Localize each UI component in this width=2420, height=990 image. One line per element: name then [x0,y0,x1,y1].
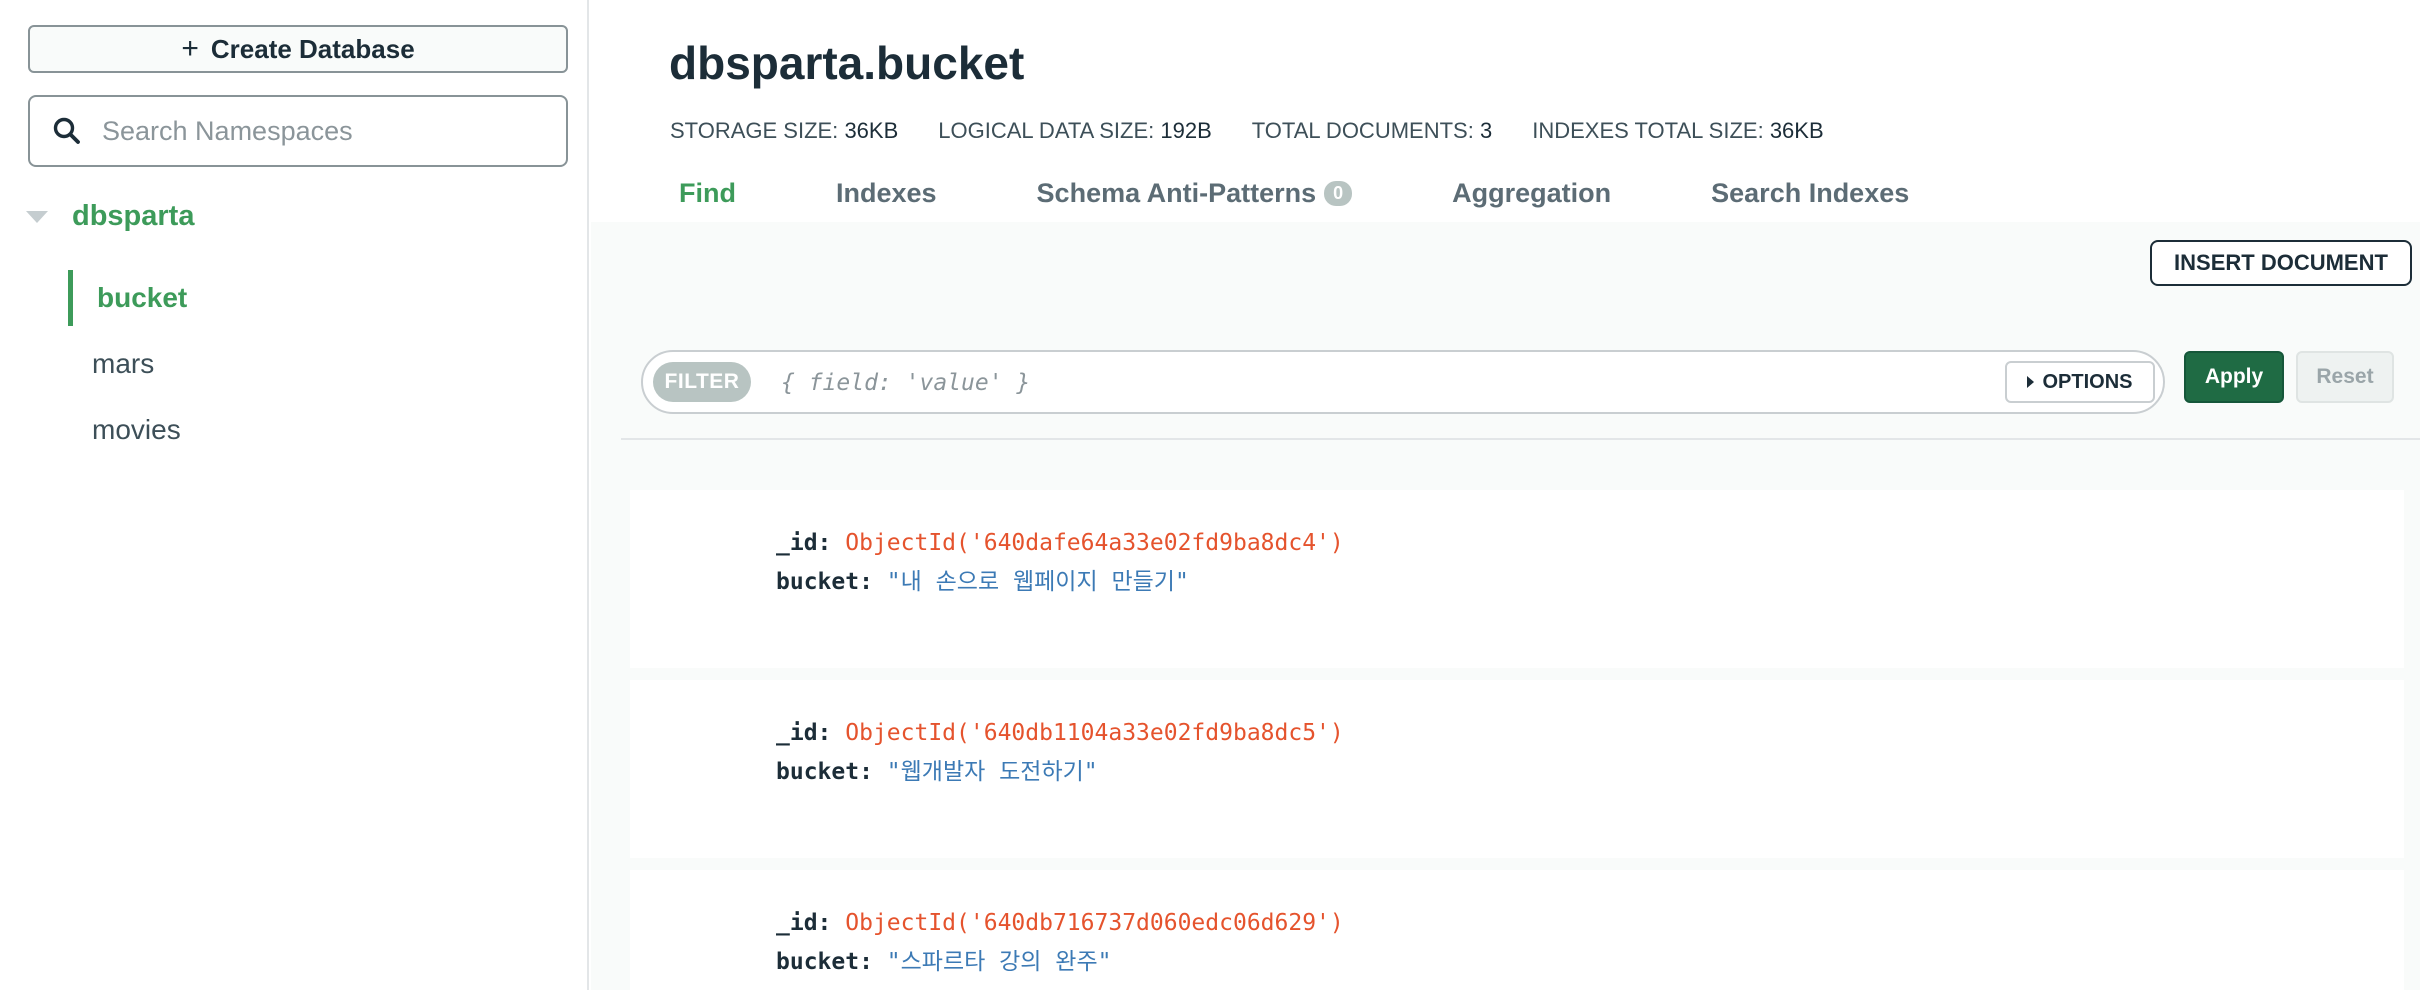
count-badge: 0 [1324,181,1353,206]
collection-label: mars [92,348,155,379]
document-field-line: bucket: "스파르타 강의 완주" [776,942,1111,976]
stat-label: TOTAL DOCUMENTS: [1251,118,1474,143]
tab-search-indexes[interactable]: Search Indexes [1711,178,1909,209]
tab-find[interactable]: Find [679,178,736,209]
create-database-label: Create Database [210,33,415,64]
search-namespaces-input[interactable] [100,114,560,148]
collection-label: bucket [97,282,188,313]
document-field-line: bucket: "내 손으로 웹페이지 만들기" [776,562,1189,596]
caret-right-icon [2027,376,2035,388]
collection-stats: STORAGE SIZE: 36KB LOGICAL DATA SIZE: 19… [670,118,1864,144]
main-panel: dbsparta.bucket STORAGE SIZE: 36KB LOGIC… [591,0,2420,990]
divider [621,438,2420,440]
document-id-line: _id: ObjectId('640db1104a33e02fd9ba8dc5'… [776,720,1344,746]
stat-indexes-total-size: INDEXES TOTAL SIZE: 36KB [1532,118,1823,144]
collection-item-mars[interactable]: mars [68,336,568,392]
page-title: dbsparta.bucket [669,37,1025,89]
database-name: dbsparta [72,200,195,232]
stat-logical-data-size: LOGICAL DATA SIZE: 192B [938,118,1212,144]
stat-value: 36KB [1769,118,1824,143]
stat-value: 192B [1160,118,1212,143]
object-id-value: ObjectId('640db716737d060edc06d629') [845,910,1344,936]
tab-label: Schema Anti-Patterns [1036,178,1317,208]
tab-label: Aggregation [1452,178,1612,208]
search-icon [53,117,80,144]
stat-label: STORAGE SIZE: [670,118,839,143]
collection-label: movies [92,414,181,445]
object-id-value: ObjectId('640db1104a33e02fd9ba8dc5') [845,720,1344,746]
stat-label: INDEXES TOTAL SIZE: [1532,118,1764,143]
plus-icon: + [181,32,199,65]
database-item-dbsparta[interactable]: dbsparta [26,200,194,233]
options-label: OPTIONS [2042,370,2133,393]
collection-item-bucket[interactable]: bucket [68,270,568,326]
string-value: "웹개발자 도전하기" [886,759,1098,785]
document-card[interactable]: _id: ObjectId('640db716737d060edc06d629'… [630,870,2404,990]
collection-header: dbsparta.bucket STORAGE SIZE: 36KB LOGIC… [591,0,2420,222]
collection-tabs: Find Indexes Schema Anti-Patterns 0 Aggr… [679,178,2009,209]
sidebar: + Create Database dbsparta bucket mars m… [0,0,589,990]
filter-label: FILTER [653,362,751,402]
field-key: _id: [776,910,832,936]
tab-label: Find [679,178,736,208]
collection-item-movies[interactable]: movies [68,402,568,458]
create-database-button[interactable]: + Create Database [28,25,568,73]
stat-value: 3 [1479,118,1493,143]
caret-down-icon[interactable] [26,210,48,223]
field-key: _id: [776,720,832,746]
apply-button[interactable]: Apply [2184,351,2284,403]
stat-storage-size: STORAGE SIZE: 36KB [670,118,898,144]
tab-indexes[interactable]: Indexes [836,178,937,209]
string-value: "스파르타 강의 완주" [886,949,1112,975]
tab-label: Indexes [835,178,937,208]
options-button[interactable]: OPTIONS [2005,361,2155,403]
stat-value: 36KB [844,118,899,143]
reset-button[interactable]: Reset [2296,351,2394,403]
document-card[interactable]: _id: ObjectId('640db1104a33e02fd9ba8dc5'… [630,680,2404,858]
tab-label: Search Indexes [1711,178,1910,208]
search-namespaces-box[interactable] [28,95,568,167]
tab-schema-anti-patterns[interactable]: Schema Anti-Patterns 0 [1037,178,1353,209]
object-id-value: ObjectId('640dafe64a33e02fd9ba8dc4') [845,530,1344,556]
field-key: bucket: [776,569,873,595]
document-card[interactable]: _id: ObjectId('640dafe64a33e02fd9ba8dc4'… [630,490,2404,668]
tab-aggregation[interactable]: Aggregation [1452,178,1611,209]
field-key: _id: [776,530,832,556]
string-value: "내 손으로 웹페이지 만들기" [886,569,1189,595]
filter-bar: FILTER OPTIONS [641,350,2165,414]
filter-query-input[interactable] [779,364,1879,402]
document-id-line: _id: ObjectId('640db716737d060edc06d629'… [776,910,1344,936]
field-key: bucket: [776,759,873,785]
stat-label: LOGICAL DATA SIZE: [938,118,1155,143]
document-field-line: bucket: "웹개발자 도전하기" [776,752,1098,786]
stat-total-documents: TOTAL DOCUMENTS: 3 [1252,118,1492,144]
document-id-line: _id: ObjectId('640dafe64a33e02fd9ba8dc4'… [776,530,1344,556]
field-key: bucket: [776,949,873,975]
insert-document-button[interactable]: INSERT DOCUMENT [2150,240,2412,286]
